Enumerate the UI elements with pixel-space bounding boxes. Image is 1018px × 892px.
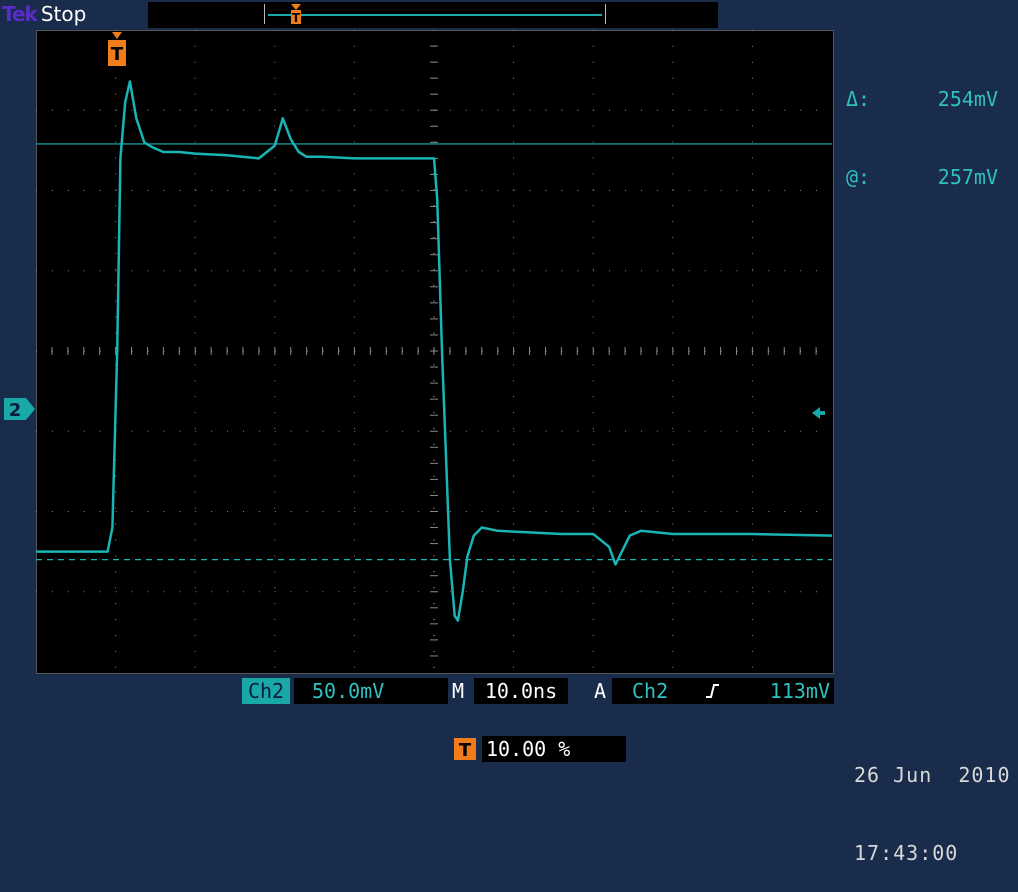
- trigger-level-arrow-icon[interactable]: [812, 406, 826, 420]
- time-per-div[interactable]: 10.0ns: [474, 678, 568, 704]
- trigger-source: Ch2: [632, 679, 669, 703]
- tek-logo: Tek: [2, 2, 38, 26]
- trigger-settings[interactable]: Ch2 113mV: [612, 678, 834, 704]
- channel-badge[interactable]: Ch2: [242, 678, 290, 704]
- graticule: [36, 30, 832, 672]
- trigger-position-badge-icon: T: [454, 738, 476, 760]
- at-label: @:: [846, 165, 871, 189]
- waveform-chart: [36, 30, 832, 672]
- trigger-position-icon: T: [291, 4, 301, 24]
- timebase-label: M: [452, 679, 465, 703]
- rising-edge-icon: [706, 684, 719, 698]
- cursor-readout: Δ: 254mV @: 257mV: [846, 34, 998, 216]
- trigger-label: A: [594, 679, 607, 703]
- at-value: 257mV: [937, 165, 998, 189]
- date-time: 26 Jun 2010 17:43:00: [854, 710, 1011, 892]
- delta-value: 254mV: [937, 87, 998, 111]
- record-view-line: [268, 14, 602, 16]
- svg-text:2: 2: [9, 400, 22, 421]
- svg-text:T: T: [111, 44, 124, 65]
- horizontal-position-value[interactable]: 10.00 %: [482, 736, 626, 762]
- ch2-ground-marker-icon[interactable]: 2: [2, 396, 36, 422]
- trigger-level: 113mV: [769, 679, 830, 703]
- brand-and-state: Tek Stop: [2, 2, 86, 26]
- svg-text:T: T: [459, 740, 472, 760]
- time: 17:43:00: [854, 841, 959, 865]
- trigger-time-icon: T: [108, 32, 126, 66]
- delta-label: Δ:: [846, 87, 871, 111]
- acquisition-state: Stop: [40, 2, 87, 26]
- volts-per-div[interactable]: 50.0mV: [294, 678, 448, 704]
- svg-text:T: T: [292, 11, 301, 24]
